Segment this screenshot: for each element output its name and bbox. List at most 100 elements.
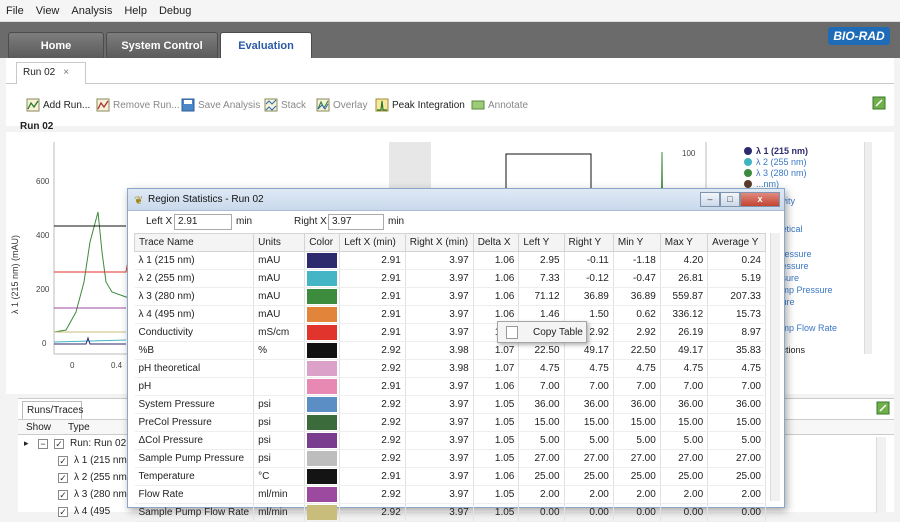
table-row[interactable]: %B% 2.92 3.98 1.07 22.50 49.17 22.50 49.17 35.83	[134, 341, 766, 360]
annotate-button[interactable]: Annotate	[471, 96, 528, 114]
table-row[interactable]: PreCol Pressure psi 2.92 3.97 1.05 15.00 15.00…	[134, 413, 766, 432]
table-row[interactable]: ConductivitymS/cm2.913.971.062.922.9226.…	[134, 323, 766, 342]
cell-avg: 15.00	[707, 413, 766, 432]
panel-edit-button[interactable]	[876, 401, 890, 418]
table-scrollbar[interactable]	[770, 233, 780, 501]
cell-name: pH	[134, 377, 255, 396]
menu-item-view[interactable]: View	[36, 5, 60, 17]
dialog-title-bar[interactable]: ❦ Region Statistics - Run 02 – □ x	[128, 189, 784, 211]
expand-icon[interactable]: ▸	[24, 438, 29, 449]
remove-run-label: Remove Run...	[113, 99, 180, 111]
color-swatch-cell	[304, 359, 341, 378]
peak-integration-button[interactable]: Peak Integration	[375, 96, 465, 114]
table-row[interactable]: λ 1 (215 nm) mAU 2.91 3.97 1.06 2.95 -0.11 -1.1…	[134, 251, 766, 270]
menu-item-debug[interactable]: Debug	[159, 5, 191, 17]
col-left-x[interactable]: Left X (min)	[339, 233, 406, 252]
save-analysis-button[interactable]: Save Analysis	[181, 96, 260, 114]
col-max-y[interactable]: Max Y	[659, 233, 709, 252]
cell-maxy: 4.75	[660, 359, 709, 378]
copy-table-item[interactable]: Copy Table	[533, 327, 583, 338]
cell-ly: 2.95	[518, 251, 565, 270]
row-checkbox[interactable]: ✓	[58, 490, 68, 500]
cell-dx: 1.05	[473, 431, 520, 450]
col-left-y[interactable]: Left Y	[518, 233, 565, 252]
row-checkbox[interactable]: ✓	[58, 473, 68, 483]
collapse-box[interactable]: −	[38, 439, 48, 449]
add-run-button[interactable]: Add Run...	[26, 96, 90, 114]
table-row[interactable]: pH 2.91 3.97 1.06 7.00 7.00 7.00 7.00 7.00	[134, 377, 766, 396]
col-min-y[interactable]: Min Y	[612, 233, 661, 252]
menu-item-file[interactable]: File	[6, 5, 24, 17]
remove-run-button[interactable]: Remove Run...	[96, 96, 180, 114]
cell-rx: 3.98	[405, 341, 474, 360]
legend-lambda2[interactable]: λ 2 (255 nm)	[744, 157, 807, 167]
cell-units	[253, 359, 306, 378]
stack-button[interactable]: Stack	[264, 96, 306, 114]
overlay-button[interactable]: Overlay	[316, 96, 367, 114]
row-checkbox[interactable]: ✓	[54, 439, 64, 449]
y-tick-400: 400	[36, 231, 50, 240]
row-checkbox[interactable]: ✓	[58, 507, 68, 517]
table-row[interactable]: Sample Pump Flow Rate ml/min 2.92 3.97 1.05 0…	[134, 503, 766, 522]
tab-system-control[interactable]: System Control	[106, 32, 218, 58]
col-color[interactable]: Color	[304, 233, 341, 252]
edit-icon	[872, 96, 886, 110]
tab-runs-traces[interactable]: Runs/Traces	[22, 401, 83, 419]
col-show: Show	[26, 422, 52, 433]
cell-rx: 3.97	[405, 503, 474, 522]
cell-avg: 36.00	[707, 395, 766, 414]
col-delta-x[interactable]: Delta X	[472, 233, 520, 252]
edit-icon	[876, 401, 890, 415]
legend-lambda1[interactable]: λ 1 (215 nm)	[744, 146, 808, 156]
table-row[interactable]: λ 2 (255 nm) mAU 2.91 3.97 1.06 7.33 -0.12 -0.4…	[134, 269, 766, 288]
cell-name: λ 3 (280 nm)	[134, 287, 255, 306]
left-x-input[interactable]: 2.91	[174, 214, 232, 230]
doc-tab-run-02[interactable]: Run 02 ×	[16, 62, 86, 84]
cell-miny: 5.00	[613, 431, 661, 450]
table-row[interactable]: Temperature °C 2.91 3.97 1.06 25.00 25.00 25.00…	[134, 467, 766, 486]
table-row[interactable]: λ 3 (280 nm) mAU 2.91 3.97 1.06 71.12 36.89 36.…	[134, 287, 766, 306]
cell-dx: 1.07	[473, 359, 520, 378]
close-icon[interactable]: ×	[63, 67, 69, 78]
col-trace-name[interactable]: Trace Name	[133, 233, 255, 252]
minimize-button[interactable]: –	[700, 192, 720, 207]
maximize-button[interactable]: □	[720, 192, 740, 207]
col-right-y[interactable]: Right Y	[563, 233, 614, 252]
menu-item-help[interactable]: Help	[124, 5, 147, 17]
table-row[interactable]: pH theoretical 2.92 3.98 1.07 4.75 4.75 4.75 4.…	[134, 359, 766, 378]
col-right-x[interactable]: Right X (min)	[404, 233, 474, 252]
tab-evaluation[interactable]: Evaluation	[220, 32, 312, 58]
cell-lx: 2.92	[339, 503, 406, 522]
region-statistics-table[interactable]: Trace Name Units Color Left X (min) Righ…	[133, 233, 766, 522]
cell-miny: 2.00	[613, 485, 661, 504]
tab-home[interactable]: Home	[8, 32, 104, 58]
cell-dx: 1.07	[473, 341, 520, 360]
table-row[interactable]: λ 4 (495 nm) mAU 2.91 3.97 1.06 1.46 1.50 0.62 3…	[134, 305, 766, 324]
row-checkbox[interactable]: ✓	[58, 456, 68, 466]
annotate-icon	[471, 98, 485, 112]
table-row[interactable]: System Pressure psi 2.92 3.97 1.05 36.00 36.00…	[134, 395, 766, 414]
legend-lambda3[interactable]: λ 3 (280 nm)	[744, 168, 807, 178]
menu-item-analysis[interactable]: Analysis	[71, 5, 112, 17]
legend-scrollbar[interactable]	[864, 142, 872, 354]
cell-lx: 2.92	[339, 341, 406, 360]
cell-dx: 1.05	[473, 395, 520, 414]
table-row[interactable]: Sample Pump Pressure psi 2.92 3.97 1.05 27.00…	[134, 449, 766, 468]
cell-avg: 0.00	[707, 503, 766, 522]
col-units[interactable]: Units	[253, 233, 306, 252]
cell-ly: 27.00	[518, 449, 565, 468]
y-tick-200: 200	[36, 285, 50, 294]
app-icon: ❦	[134, 195, 144, 207]
cell-name: Flow Rate	[134, 485, 255, 504]
close-button[interactable]: x	[740, 192, 780, 207]
cell-name: PreCol Pressure	[134, 413, 255, 432]
table-row[interactable]: Flow Rate ml/min 2.92 3.97 1.05 2.00 2.00 2.00 2…	[134, 485, 766, 504]
cell-maxy: 36.00	[660, 395, 709, 414]
runs-scrollbar[interactable]	[876, 437, 886, 513]
table-row[interactable]: ΔCol Pressure psi 2.92 3.97 1.05 5.00 5.00 5.00…	[134, 431, 766, 450]
legend-dot	[744, 180, 752, 188]
col-average-y[interactable]: Average Y	[707, 233, 766, 252]
edit-panel-button[interactable]	[872, 94, 886, 112]
col-type: Type	[68, 422, 90, 433]
right-x-input[interactable]: 3.97	[328, 214, 384, 230]
